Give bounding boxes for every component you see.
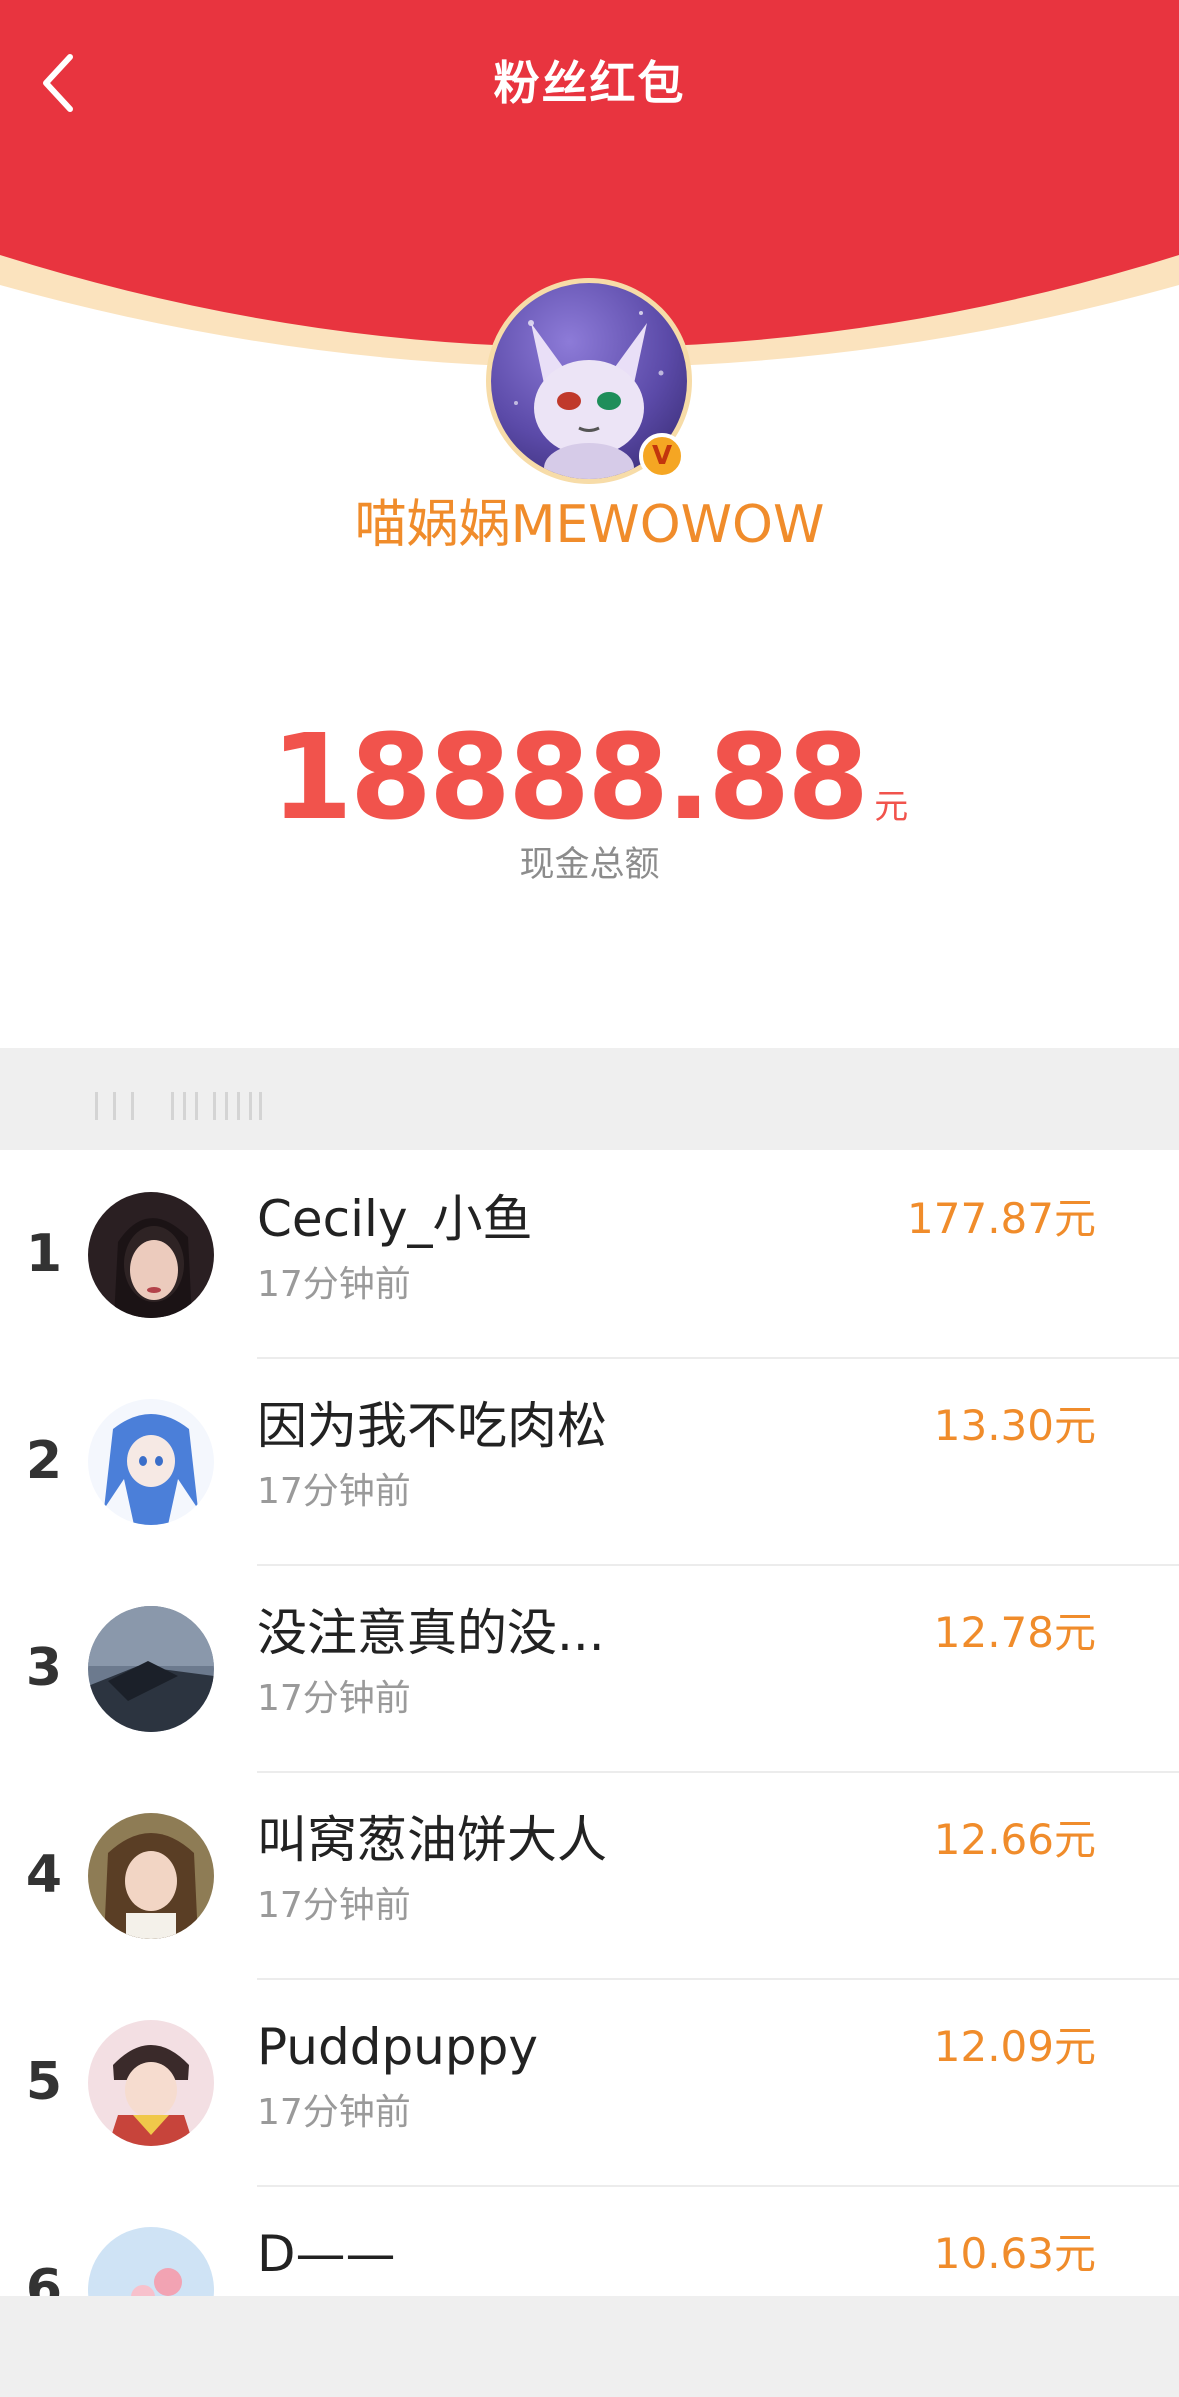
- user-name: 没注意真的没...: [257, 1604, 605, 1662]
- timestamp: 17分钟前: [257, 1885, 411, 1926]
- total-amount-label: 现金总额: [519, 845, 660, 885]
- profile-name: 喵娲娲MEWOWOW: [354, 495, 825, 555]
- rank-number: 4: [25, 1845, 63, 1905]
- timestamp: 17分钟前: [257, 1264, 411, 1305]
- list-item[interactable]: 5 Puddpuppy 17分钟前 12.09元: [0, 1980, 1179, 2187]
- avatar[interactable]: [88, 1606, 214, 1732]
- user-name: D——: [257, 2225, 396, 2283]
- user-name: Puddpuppy: [257, 2018, 538, 2076]
- user-name: Cecily_小鱼: [257, 1190, 533, 1248]
- amount: 12.78元: [933, 1608, 1096, 1657]
- amount: 13.30元: [933, 1401, 1096, 1450]
- avatar[interactable]: [88, 1399, 214, 1525]
- rank-number: 1: [25, 1224, 63, 1284]
- list-item[interactable]: 4 叫窝葱油饼大人 17分钟前 12.66元: [0, 1773, 1179, 1980]
- user-name: 因为我不吃肉松: [257, 1397, 607, 1455]
- avatar[interactable]: [88, 1813, 214, 1939]
- rank-number: 3: [25, 1638, 63, 1698]
- amount: 12.66元: [933, 1815, 1096, 1864]
- total-amount-unit: 元: [874, 787, 909, 827]
- faded-text-marks: [95, 1090, 275, 1122]
- timestamp: 17分钟前: [257, 2092, 411, 2133]
- list-item[interactable]: 1 Cecily_小鱼 17分钟前 177.87元: [0, 1152, 1179, 1359]
- amount: 10.63元: [933, 2229, 1096, 2278]
- rank-number: 5: [25, 2052, 63, 2112]
- rank-number: 2: [25, 1431, 63, 1491]
- verified-badge-icon: V: [639, 433, 685, 479]
- list-item[interactable]: 3 没注意真的没... 17分钟前 12.78元: [0, 1566, 1179, 1773]
- amount: 12.09元: [933, 2022, 1096, 2071]
- timestamp: 17分钟前: [257, 1471, 411, 1512]
- list-item[interactable]: 6 D—— 10.63元: [0, 2187, 1179, 2296]
- list-item[interactable]: 2 因为我不吃肉松 17分钟前 13.30元: [0, 1359, 1179, 1566]
- total-amount: 18888.88 元: [0, 712, 1179, 842]
- page-title: 粉丝红包: [493, 56, 686, 110]
- rank-number: 6: [25, 2259, 63, 2296]
- bottom-bar: [0, 2296, 1179, 2397]
- avatar[interactable]: [88, 2020, 214, 2146]
- amount: 177.87元: [907, 1194, 1096, 1243]
- user-name: 叫窝葱油饼大人: [257, 1811, 607, 1869]
- avatar[interactable]: [88, 2227, 214, 2296]
- timestamp: 17分钟前: [257, 1678, 411, 1719]
- avatar[interactable]: [88, 1192, 214, 1318]
- total-amount-value: 18888.88: [270, 708, 870, 846]
- ranking-list: 1 Cecily_小鱼 17分钟前 177.87元 2 因为我不吃肉松 17分钟…: [0, 1152, 1179, 2296]
